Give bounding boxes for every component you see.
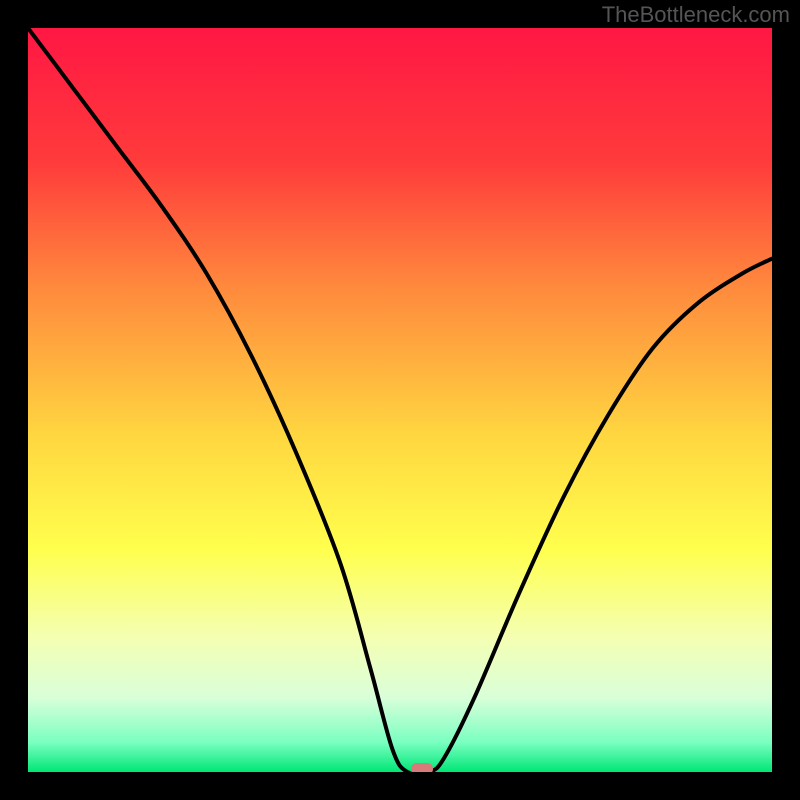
bottleneck-curve: [28, 28, 772, 772]
minimum-marker: [411, 763, 433, 772]
plot-area: [28, 28, 772, 772]
bottleneck-chart: TheBottleneck.com: [0, 0, 800, 800]
attribution-text: TheBottleneck.com: [602, 2, 790, 28]
